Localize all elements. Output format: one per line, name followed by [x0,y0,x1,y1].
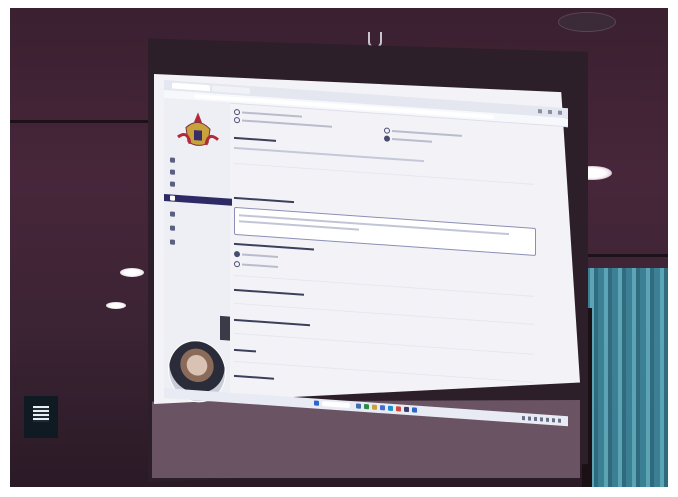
form-content [234,107,564,410]
sidebar [164,98,232,405]
browser-tab [172,82,210,92]
radio-option-selected[interactable] [234,250,240,258]
ceiling-light [120,268,144,277]
edit-icon [170,195,175,201]
placeholder-text-line [392,137,432,143]
radio-option[interactable] [234,108,240,116]
field-label-line [234,242,314,251]
window-controls [538,109,562,115]
text-area-field[interactable] [234,206,536,257]
placeholder-text-line [392,129,462,137]
crest-logo [177,112,219,146]
placeholder-text-line [242,263,278,268]
list-icon [170,181,175,187]
speaker-grill [33,406,49,422]
ceiling-light [106,302,126,309]
placeholder-text-line [242,111,302,118]
app-icon[interactable] [388,405,393,412]
chart-icon [170,225,175,231]
app-icon[interactable] [380,405,385,411]
sidebar-item-form[interactable] [170,168,175,175]
radio-option[interactable] [234,260,240,268]
sidebar-item-home[interactable] [170,156,175,163]
wall-speaker [24,396,58,438]
settings-icon [170,239,175,245]
section-heading-line [234,136,276,142]
home-icon [170,157,175,163]
app-icon[interactable] [412,407,417,413]
field-label-line [234,196,294,204]
wall-rail [10,120,160,123]
sidebar-item-settings[interactable] [170,238,175,245]
sidebar-item-active[interactable] [164,194,232,206]
app-icon[interactable] [356,403,361,409]
field-label-line [234,374,274,380]
browser-tab [212,85,250,95]
app-icon[interactable] [404,406,409,413]
sidebar-item-chart[interactable] [170,224,175,231]
radio-option-selected[interactable] [384,135,390,142]
start-icon[interactable] [314,400,319,406]
projected-desktop [164,80,568,427]
ceiling-light [558,12,616,32]
placeholder-text-line [242,253,278,258]
group-icon [170,211,175,217]
description-text-line [234,146,424,163]
wall-rail [588,254,668,257]
taskbar-search[interactable] [322,401,350,409]
field-label-line [234,318,310,327]
radio-option[interactable] [384,127,390,134]
divider [234,360,534,383]
webcam-thumbnail [220,315,230,341]
field-label-line [234,288,304,296]
sidebar-item-group[interactable] [170,210,175,217]
app-icon[interactable] [372,404,377,410]
form-icon [170,169,175,175]
divider [234,332,534,355]
sidebar-item-list[interactable] [170,180,175,187]
placeholder-text-line [242,119,332,128]
radio-option[interactable] [234,116,240,124]
field-label-line [234,348,256,353]
window-curtain [584,268,668,487]
system-tray [522,416,562,423]
app-icon[interactable] [364,403,369,410]
app-icon[interactable] [396,406,401,412]
divider [234,162,534,185]
